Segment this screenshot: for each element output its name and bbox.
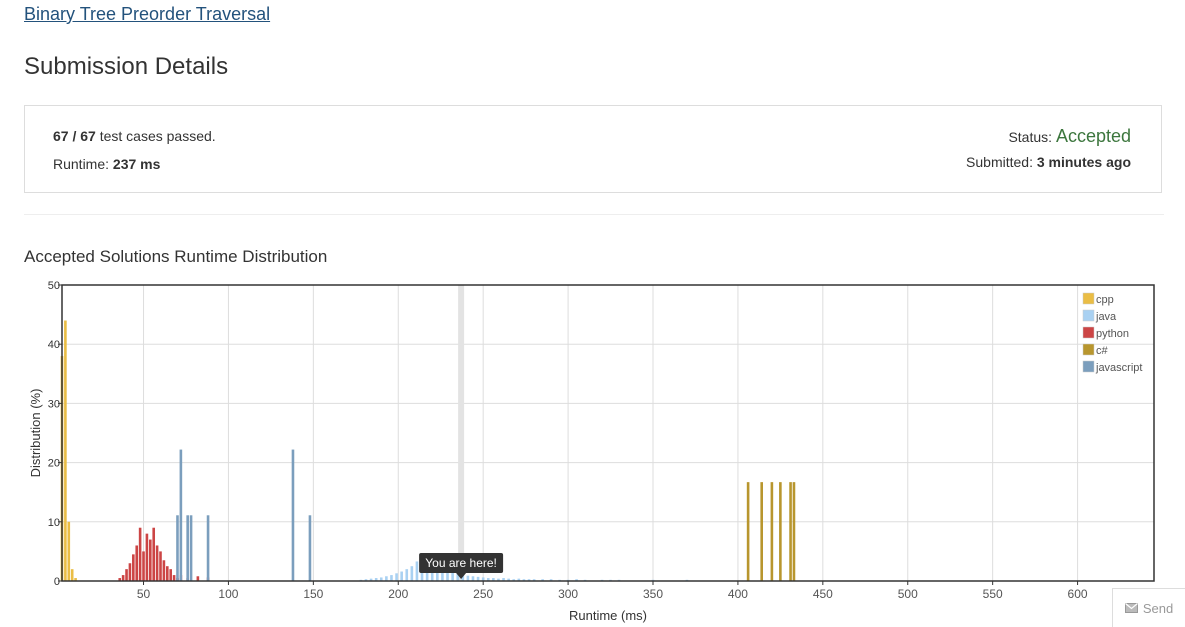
passed-count: 67 <box>53 128 69 144</box>
bar-csharp <box>792 482 796 581</box>
bar-cpp <box>70 569 74 581</box>
y-tick-label: 10 <box>48 517 60 529</box>
bar-python <box>169 569 172 581</box>
legend-label: cpp <box>1096 294 1114 306</box>
x-tick-label: 300 <box>558 587 578 601</box>
bar-csharp <box>789 482 792 581</box>
runtime-distribution-chart: 0 10 20 30 40 50 50 100 150 200 250 300 350 400 450 500… <box>28 280 1155 623</box>
bar-python <box>125 569 128 581</box>
bar-java <box>400 571 403 581</box>
legend-label: java <box>1095 311 1117 323</box>
y-tick-label: 40 <box>48 339 60 351</box>
bar-python <box>155 545 159 581</box>
legend-label: c# <box>1096 345 1109 357</box>
bar-python <box>121 575 125 581</box>
runtime-line: Runtime: 237 ms <box>53 156 216 184</box>
bar-javascript <box>189 515 193 581</box>
x-tick-label: 50 <box>137 587 151 601</box>
distribution-title: Accepted Solutions Runtime Distribution <box>24 247 328 266</box>
bar-csharp <box>760 482 763 581</box>
bar-java <box>451 572 454 581</box>
x-tick-label: 550 <box>983 587 1003 601</box>
y-tick-label: 50 <box>48 280 60 292</box>
y-axis-title: Distribution (%) <box>28 389 43 478</box>
bar-javascript <box>291 449 295 581</box>
bar-java <box>390 575 393 581</box>
bar-csharp <box>770 482 774 581</box>
x-tick-label: 200 <box>388 587 408 601</box>
bar-java <box>405 569 409 581</box>
send-feedback-button[interactable]: Send <box>1112 588 1185 627</box>
submitted-line: Submitted: 3 minutes ago <box>966 154 1131 170</box>
runtime-value: 237 ms <box>112 156 161 172</box>
passed-suffix: test cases passed. <box>99 128 216 144</box>
legend-label: python <box>1096 328 1129 340</box>
bar-python <box>165 566 169 581</box>
x-tick-label: 400 <box>728 587 748 601</box>
submitted-value: 3 minutes ago <box>1036 154 1131 170</box>
result-summary: 67 / 67 test cases passed. Runtime: 237 … <box>53 128 216 184</box>
bar-python <box>135 545 139 581</box>
bar-java <box>415 561 419 581</box>
legend-label: javascript <box>1095 362 1142 374</box>
bar-python <box>132 554 135 581</box>
page-title: Submission Details <box>24 53 229 80</box>
legend-swatch <box>1082 360 1095 373</box>
bar-javascript <box>186 515 189 581</box>
bar-javascript <box>206 515 210 581</box>
legend-swatch <box>1082 309 1095 322</box>
x-tick-label: 250 <box>473 587 493 601</box>
status-line: Status: Accepted <box>966 124 1131 154</box>
count-separator: / <box>72 128 77 144</box>
status-badge: Accepted <box>1055 126 1131 146</box>
bar-javascript <box>179 449 183 581</box>
divider <box>24 214 1164 215</box>
bar-csharp <box>779 482 782 581</box>
legend-swatch <box>1082 292 1095 305</box>
y-tick-label: 20 <box>48 458 60 470</box>
y-tick-label: 0 <box>54 576 60 588</box>
bar-python <box>172 575 176 581</box>
send-label: Send <box>1142 600 1174 616</box>
problem-title-link[interactable]: Binary Tree Preorder Traversal <box>24 4 270 25</box>
submitted-label: Submitted: <box>966 154 1033 170</box>
bar-python <box>138 527 142 581</box>
x-tick-label: 500 <box>898 587 918 601</box>
status-summary: Status: Accepted Submitted: 3 minutes ag… <box>966 124 1131 170</box>
bar-python <box>145 533 149 581</box>
runtime-label: Runtime: <box>53 156 110 172</box>
x-axis-title: Runtime (ms) <box>569 608 647 623</box>
bar-javascript <box>176 515 179 581</box>
bar-python <box>149 539 152 581</box>
bar-python <box>159 551 162 581</box>
total-count: 67 <box>80 128 96 144</box>
y-tick-label: 30 <box>48 398 60 410</box>
bar-csharp <box>746 482 750 581</box>
x-tick-label: 100 <box>218 587 238 601</box>
mail-icon <box>1124 603 1138 613</box>
x-tick-label: 350 <box>643 587 663 601</box>
bar-python <box>162 560 166 581</box>
bar-java <box>410 566 414 581</box>
x-tick-label: 600 <box>1068 587 1088 601</box>
bar-cpp <box>64 320 67 581</box>
legend-swatch <box>1082 343 1095 356</box>
submission-details-panel: 67 / 67 test cases passed. Runtime: 237 … <box>24 105 1162 193</box>
status-label: Status: <box>1008 129 1053 145</box>
bar-javascript <box>308 515 312 581</box>
current-runtime-marker <box>458 285 465 581</box>
bar-python <box>152 527 156 581</box>
tooltip-label: You are here! <box>425 556 497 570</box>
test-cases-line: 67 / 67 test cases passed. <box>53 128 216 156</box>
legend-swatch <box>1082 326 1095 339</box>
bar-cpp <box>67 521 71 581</box>
bar-python <box>142 551 145 581</box>
bar-java <box>395 573 398 581</box>
x-tick-label: 150 <box>303 587 323 601</box>
bar-java <box>466 575 470 581</box>
x-tick-label: 450 <box>813 587 833 601</box>
plot-area <box>62 285 1154 581</box>
bar-python <box>128 563 132 581</box>
